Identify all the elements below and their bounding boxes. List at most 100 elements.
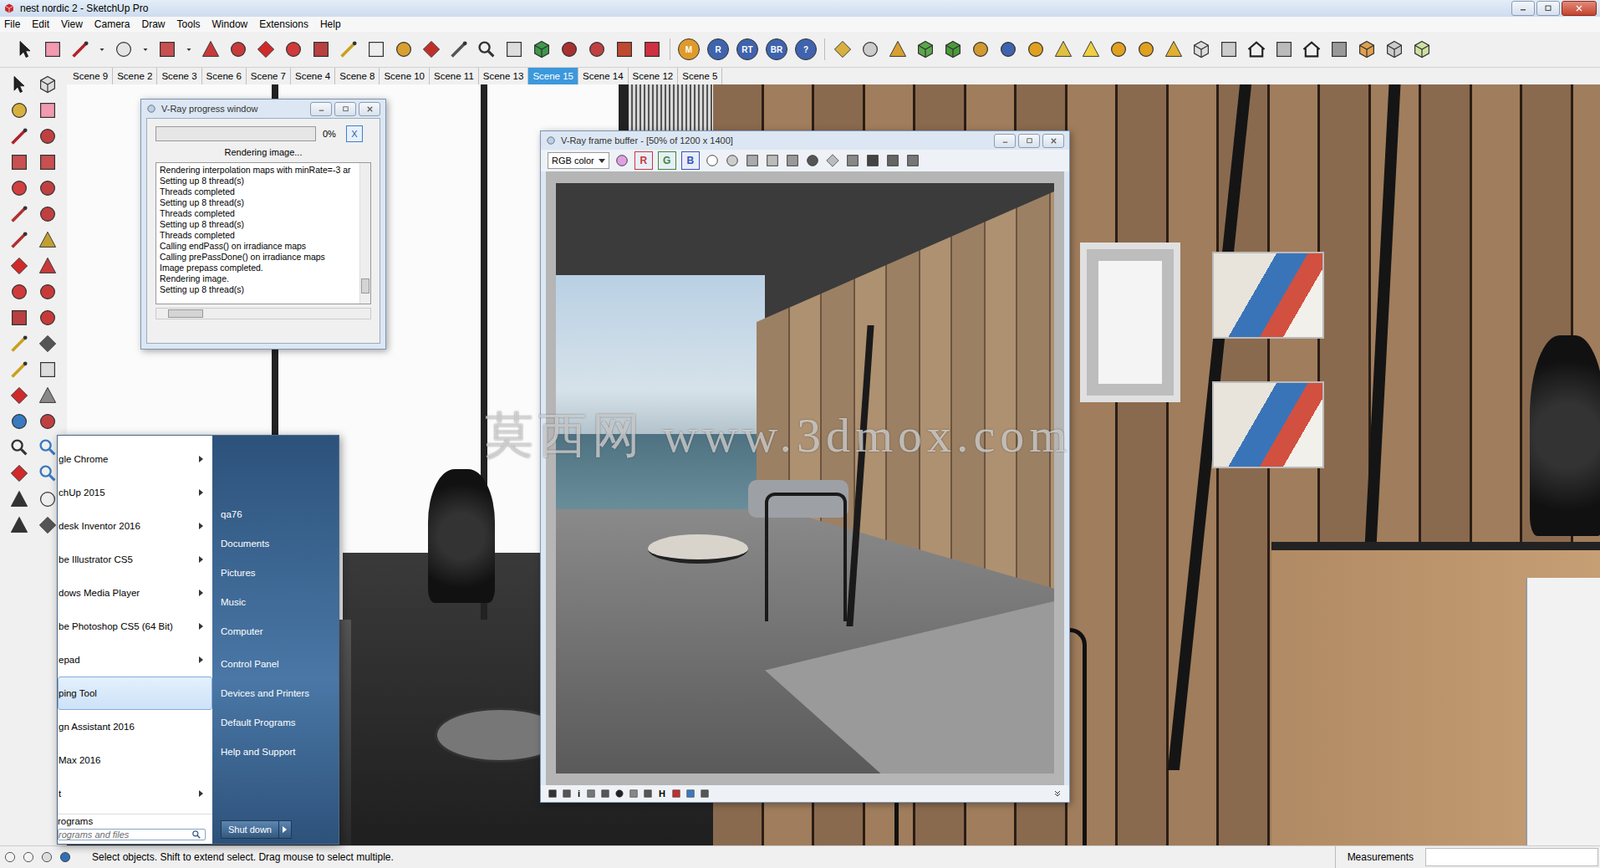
circle-tool-icon[interactable]	[9, 411, 30, 432]
scene-tab[interactable]: Scene 3	[157, 67, 202, 85]
all-programs[interactable]: rograms	[57, 813, 213, 827]
channel-toggle[interactable]: B	[681, 151, 700, 170]
minimize-button[interactable]	[1511, 0, 1535, 16]
scene-tab[interactable]: Scene 14	[578, 67, 629, 85]
arrow-tool-icon[interactable]	[9, 74, 30, 95]
square-tool-icon[interactable]	[157, 39, 178, 60]
credits-icon[interactable]	[21, 850, 36, 864]
square-tool-icon[interactable]	[628, 788, 639, 799]
place-item[interactable]: Computer	[220, 616, 332, 646]
square-tool-icon[interactable]	[865, 152, 881, 169]
maximize-icon[interactable]	[341, 104, 351, 114]
scroll-thumb[interactable]	[168, 309, 204, 318]
restore-icon[interactable]	[1543, 3, 1554, 14]
maximize-button[interactable]	[1018, 133, 1040, 148]
square-tool-icon[interactable]	[37, 359, 58, 380]
expand-button[interactable]	[1052, 788, 1063, 799]
close-icon[interactable]	[1049, 136, 1059, 146]
square-tool-icon[interactable]	[1329, 39, 1350, 60]
square-tool-icon[interactable]	[699, 788, 710, 799]
scene-tab[interactable]: Scene 8	[335, 67, 380, 85]
minimize-icon[interactable]	[316, 104, 327, 114]
circle-tool-icon[interactable]	[37, 489, 58, 510]
cancel-button[interactable]: X	[346, 125, 363, 143]
square-tool-icon[interactable]	[9, 152, 30, 173]
circle-tool-icon[interactable]	[1136, 39, 1157, 60]
circle-tool-icon[interactable]	[614, 788, 625, 799]
glass-tool-icon[interactable]	[476, 39, 497, 60]
info-button[interactable]: i	[575, 788, 582, 799]
square-tool-icon[interactable]	[1273, 39, 1295, 60]
glass-tool-icon[interactable]	[37, 463, 58, 484]
menu-item[interactable]: Extensions	[259, 18, 309, 31]
close-button[interactable]	[1042, 133, 1065, 148]
square-tool-icon[interactable]	[845, 152, 861, 169]
program-item[interactable]: ping Tool	[57, 676, 213, 710]
line-tool-icon[interactable]	[9, 359, 30, 380]
maximize-icon[interactable]	[1024, 136, 1035, 146]
house-tool-icon[interactable]	[1301, 39, 1322, 60]
tri-tool-icon[interactable]	[37, 385, 58, 406]
help-icon[interactable]	[58, 850, 72, 864]
maximize-button[interactable]	[1536, 0, 1560, 16]
histogram-button[interactable]: H	[657, 788, 668, 799]
menu-item[interactable]: File	[4, 18, 21, 31]
square-tool-icon[interactable]	[885, 152, 901, 169]
tri-tool-icon[interactable]	[9, 514, 30, 536]
house-tool-icon[interactable]	[1246, 39, 1267, 60]
dd-tool-icon[interactable]	[141, 45, 150, 54]
program-item[interactable]: desk Inventor 2016	[57, 509, 213, 543]
scene-tab[interactable]: Scene 5	[677, 67, 723, 85]
square-tool-icon[interactable]	[671, 788, 682, 799]
cube-tool-icon[interactable]	[1356, 39, 1377, 60]
cube-tool-icon[interactable]	[531, 39, 552, 60]
square-tool-icon[interactable]	[547, 788, 558, 799]
program-item[interactable]: be Photoshop CS5 (64 Bit)	[57, 609, 213, 643]
circle-tool-icon[interactable]	[559, 39, 580, 60]
vray-button[interactable]: R	[707, 38, 729, 61]
close-icon[interactable]	[1574, 3, 1585, 14]
search-box[interactable]: rograms and files	[57, 828, 206, 841]
scene-tab[interactable]: Scene 12	[628, 67, 679, 85]
circle-tool-icon[interactable]	[998, 39, 1019, 60]
program-item[interactable]: t	[57, 776, 213, 811]
circle-tool-icon[interactable]	[1108, 39, 1129, 60]
diamond-tool-icon[interactable]	[421, 39, 442, 60]
line-tool-icon[interactable]	[338, 39, 359, 60]
circle-tool-icon[interactable]	[37, 307, 58, 328]
place-item[interactable]: Documents	[220, 528, 332, 558]
circle-tool-icon[interactable]	[37, 281, 58, 302]
circle-tool-icon[interactable]	[805, 152, 821, 169]
circle-tool-icon[interactable]	[9, 178, 30, 199]
square-tool-icon[interactable]	[42, 39, 63, 60]
square-tool-icon[interactable]	[310, 39, 332, 60]
line-tool-icon[interactable]	[9, 229, 30, 250]
circle-tool-icon[interactable]	[228, 39, 249, 60]
diamond-tool-icon[interactable]	[825, 152, 841, 169]
menu-item[interactable]: Draw	[142, 18, 166, 31]
cube-tool-icon[interactable]	[1384, 39, 1405, 60]
circle-tool-icon[interactable]	[37, 178, 58, 199]
vertical-scrollbar[interactable]	[359, 163, 371, 304]
program-item[interactable]: Max 2016	[57, 743, 213, 777]
cube-tool-icon[interactable]	[1411, 39, 1432, 60]
scene-tab[interactable]: Scene 4	[290, 67, 336, 85]
channel-select[interactable]: RGB color	[547, 152, 610, 169]
square-tool-icon[interactable]	[37, 152, 58, 173]
line-tool-icon[interactable]	[9, 333, 30, 354]
vray-button[interactable]: RT	[736, 38, 759, 61]
menu-item[interactable]: View	[61, 18, 83, 31]
circle-tool-icon[interactable]	[113, 39, 134, 60]
vray-button[interactable]: M	[677, 38, 700, 61]
square-tool-icon[interactable]	[642, 39, 663, 60]
circle-tool-icon[interactable]	[860, 39, 881, 60]
square-tool-icon[interactable]	[642, 788, 653, 799]
cube-tool-icon[interactable]	[915, 39, 936, 60]
tri-tool-icon[interactable]	[37, 255, 58, 276]
chevron-down-icon[interactable]	[1052, 788, 1063, 799]
tri-tool-icon[interactable]	[9, 489, 30, 510]
place-item[interactable]: Control Panel	[220, 648, 332, 678]
square-tool-icon[interactable]	[784, 152, 800, 169]
tri-tool-icon[interactable]	[1053, 39, 1074, 60]
dd-tool-icon[interactable]	[97, 45, 107, 54]
